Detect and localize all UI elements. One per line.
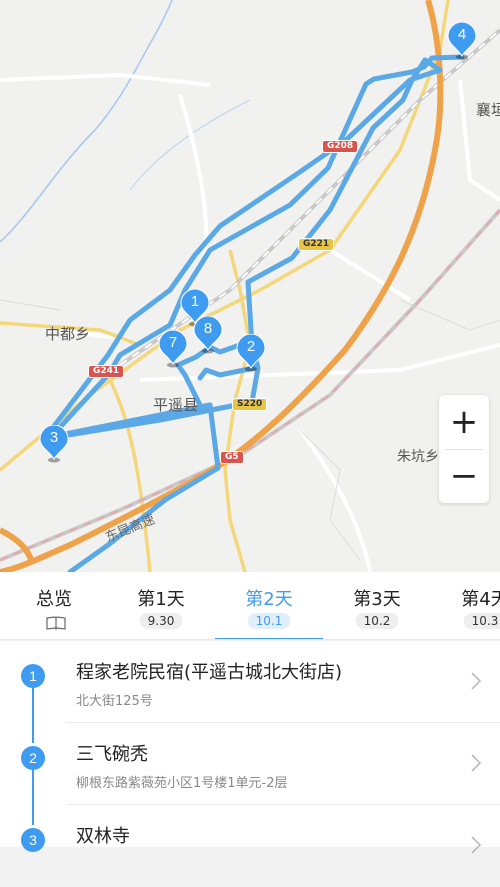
map-view[interactable]: 中都乡 平遥县 朱坑乡 襄垣 东昆高速 G208 G221 G241 S220 … <box>0 0 500 572</box>
marker-number: 3 <box>49 429 59 446</box>
stop-address: 柳根东路紫薇苑小区1号楼1单元-2层 <box>76 776 288 791</box>
tab-label: 第1天 <box>137 589 185 610</box>
place-label-xiang: 襄垣 <box>476 101 500 119</box>
tab-day-1[interactable]: 第1天 9.30 <box>111 572 211 639</box>
map-marker-4[interactable]: 4 <box>447 21 477 60</box>
list-item[interactable]: 2 三飞碗秃 柳根东路紫薇苑小区1号楼1单元-2层 <box>0 723 500 805</box>
road-shield-s220: S220 <box>232 398 268 411</box>
tab-label: 第3天 <box>353 589 401 610</box>
stop-number-badge: 2 <box>21 746 45 770</box>
marker-number: 8 <box>203 320 213 337</box>
tab-day-2[interactable]: 第2天 10.1 <box>215 572 323 639</box>
tab-day-3[interactable]: 第3天 10.2 <box>327 572 427 639</box>
road-shield-g208: G208 <box>322 140 359 153</box>
tab-day-4[interactable]: 第4天 10.3 <box>435 572 500 639</box>
tab-label: 第4天 <box>461 589 500 610</box>
stop-name: 程家老院民宿(平遥古城北大街店) <box>76 662 343 683</box>
marker-number: 1 <box>190 293 200 310</box>
stop-number-badge: 3 <box>21 828 45 852</box>
expressway <box>0 0 444 572</box>
route-path <box>42 54 465 572</box>
tab-date: 10.3 <box>463 613 500 629</box>
tab-date: 10.2 <box>355 613 399 629</box>
day-tabs: 总览 第1天 9.30 第2天 10.1 第3天 10.2 第4天 10.3 <box>0 572 500 640</box>
river-line <box>0 0 173 243</box>
itinerary-list: 1 程家老院民宿(平遥古城北大街店) 北大街125号 2 三飞碗秃 柳根东路紫薇… <box>0 641 500 854</box>
road-shield-g241: G241 <box>88 365 125 378</box>
road-shield-g5: G5 <box>220 451 244 464</box>
place-label-pingyao: 平遥县 <box>153 396 199 414</box>
tab-date: 9.30 <box>139 613 183 629</box>
chevron-right-icon <box>471 754 482 772</box>
chevron-right-icon <box>471 672 482 690</box>
marker-number: 2 <box>246 338 256 355</box>
marker-number: 4 <box>457 26 467 43</box>
zoom-control: + − <box>439 395 489 503</box>
zoom-in-button[interactable]: + <box>439 395 489 449</box>
provincial-roads <box>0 0 450 572</box>
map-marker-2[interactable]: 2 <box>236 333 266 372</box>
chevron-right-icon <box>471 836 482 854</box>
tab-label: 总览 <box>36 589 72 610</box>
stop-name: 三飞碗秃 <box>76 744 148 765</box>
place-label-zhukeng: 朱坑乡 <box>397 449 439 465</box>
road-shield-g221: G221 <box>298 238 335 251</box>
list-item[interactable]: 1 程家老院民宿(平遥古城北大街店) 北大街125号 <box>0 641 500 723</box>
zoom-out-button[interactable]: − <box>439 449 489 503</box>
stop-name: 双林寺 <box>76 826 130 847</box>
list-item[interactable]: 3 双林寺 <box>0 805 500 887</box>
map-marker-8[interactable]: 8 <box>193 315 223 354</box>
map-marker-7[interactable]: 7 <box>158 329 188 368</box>
book-icon <box>46 616 66 630</box>
stop-address: 北大街125号 <box>76 694 153 709</box>
map-base <box>0 0 500 572</box>
active-tab-indicator <box>215 638 323 639</box>
stream-line <box>129 99 251 191</box>
marker-number: 7 <box>168 334 178 351</box>
tab-label: 第2天 <box>245 589 293 610</box>
place-label-zhongdu: 中都乡 <box>45 325 91 343</box>
tab-date: 10.1 <box>247 613 291 629</box>
stop-number-badge: 1 <box>21 664 45 688</box>
map-marker-3[interactable]: 3 <box>39 424 69 463</box>
tab-overview[interactable]: 总览 <box>4 572 104 639</box>
